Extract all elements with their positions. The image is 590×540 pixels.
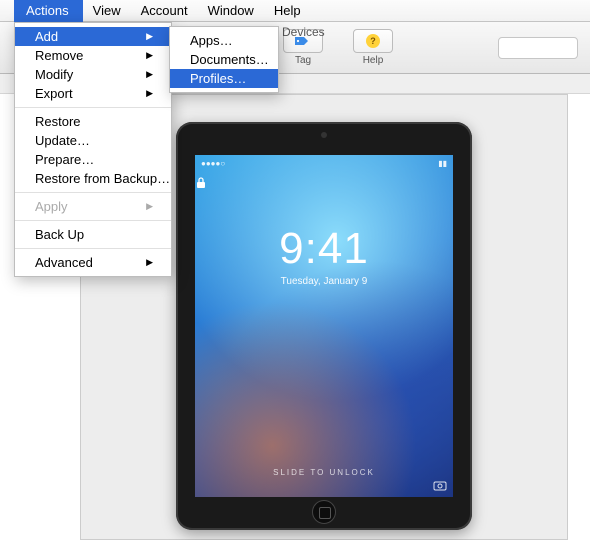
toolbar-help-label: Help	[363, 55, 384, 66]
chevron-right-icon: ▶	[146, 31, 153, 42]
menu-item-restore-backup[interactable]: Restore from Backup…	[15, 169, 171, 188]
menu-item-remove[interactable]: Remove▶	[15, 46, 171, 65]
lock-time: 9:41	[195, 224, 453, 274]
menu-item-backup[interactable]: Back Up	[15, 225, 171, 244]
menu-item-add[interactable]: Add▶	[15, 27, 171, 46]
camera-shortcut-icon	[433, 480, 447, 491]
search-field[interactable]	[498, 37, 578, 59]
submenu-item-apps[interactable]: Apps…	[170, 31, 278, 50]
menu-separator	[15, 192, 171, 193]
help-icon: ?	[365, 33, 381, 49]
menubar-item-actions[interactable]: Actions	[14, 0, 83, 22]
svg-text:?: ?	[370, 36, 376, 46]
slide-to-unlock: SLIDE TO UNLOCK	[195, 468, 453, 477]
menu-item-apply: Apply▶	[15, 197, 171, 216]
ipad-camera-icon	[321, 132, 327, 138]
menu-separator	[15, 220, 171, 221]
submenu-item-profiles[interactable]: Profiles…	[170, 69, 278, 88]
menubar-item-account[interactable]: Account	[131, 0, 198, 22]
chevron-right-icon: ▶	[146, 88, 153, 99]
chevron-right-icon: ▶	[146, 257, 153, 268]
lock-date: Tuesday, January 9	[195, 276, 453, 287]
status-bar: ●●●●○ ▮▮	[195, 155, 453, 168]
chevron-right-icon: ▶	[146, 50, 153, 61]
device-screen: ●●●●○ ▮▮ 9:41 Tuesday, January 9 SLIDE T…	[195, 155, 453, 497]
signal-icon: ●●●●○	[201, 159, 225, 168]
device-ipad: ●●●●○ ▮▮ 9:41 Tuesday, January 9 SLIDE T…	[176, 122, 472, 530]
menubar-item-view[interactable]: View	[83, 0, 131, 22]
menubar: Actions View Account Window Help	[0, 0, 590, 22]
menu-item-restore[interactable]: Restore	[15, 112, 171, 131]
home-button-icon	[312, 500, 336, 524]
menu-item-update[interactable]: Update…	[15, 131, 171, 150]
actions-menu: Add▶ Remove▶ Modify▶ Export▶ Restore Upd…	[14, 22, 172, 277]
add-submenu: Apps… Documents… Profiles…	[169, 26, 279, 93]
submenu-item-documents[interactable]: Documents…	[170, 50, 278, 69]
menu-separator	[15, 107, 171, 108]
menu-item-prepare[interactable]: Prepare…	[15, 150, 171, 169]
chevron-right-icon: ▶	[146, 201, 153, 212]
toolbar-help-button[interactable]: ? Help	[353, 29, 393, 66]
menu-item-modify[interactable]: Modify▶	[15, 65, 171, 84]
menubar-item-window[interactable]: Window	[198, 0, 264, 22]
lock-icon	[195, 176, 453, 190]
toolbar-tag-label: Tag	[295, 55, 311, 66]
battery-icon: ▮▮	[438, 159, 447, 168]
menu-item-export[interactable]: Export▶	[15, 84, 171, 103]
menu-separator	[15, 248, 171, 249]
menu-item-advanced[interactable]: Advanced▶	[15, 253, 171, 272]
chevron-right-icon: ▶	[146, 69, 153, 80]
menubar-item-help[interactable]: Help	[264, 0, 311, 22]
